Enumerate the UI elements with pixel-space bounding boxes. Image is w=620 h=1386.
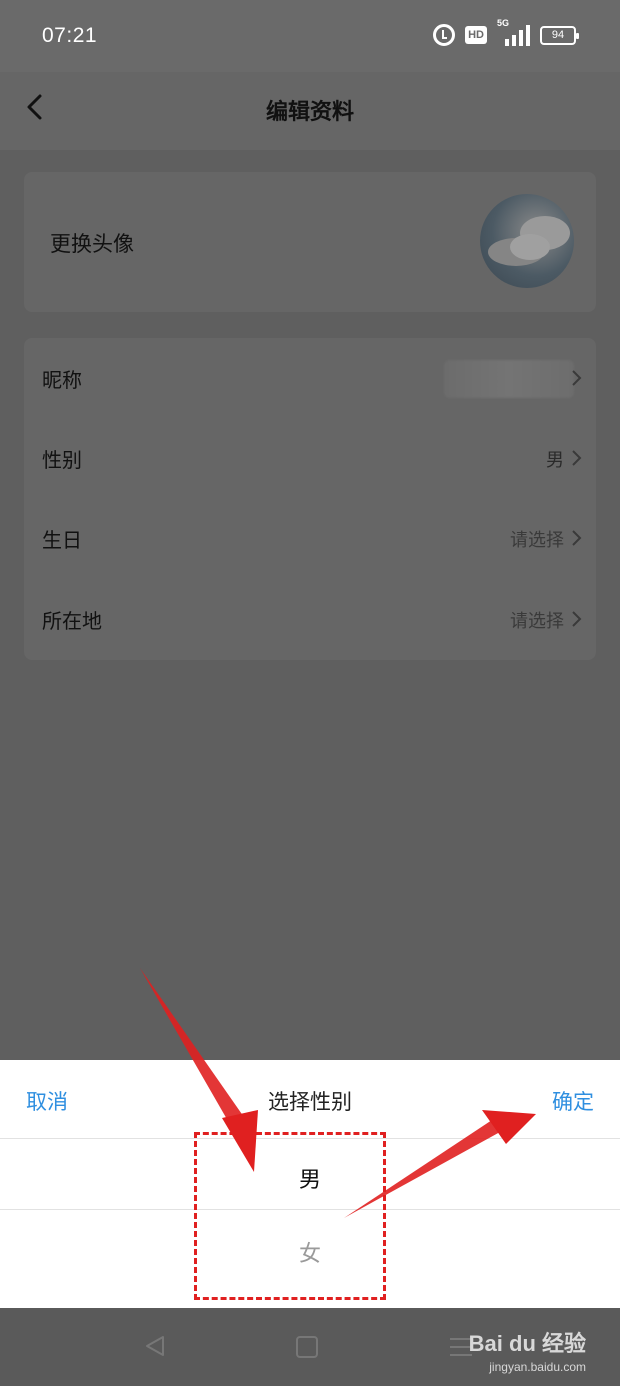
gender-label: 性别 [42,448,82,472]
status-icons: HD 5G 94 [433,18,579,46]
status-bar: 07:21 HD 5G 94 [0,0,620,72]
profile-fields-card: 昵称 性别 男 生日 请选择 所在地 请选择 [24,338,596,660]
hd-icon: HD [465,26,487,44]
page-title: 编辑资料 [265,100,354,125]
location-label: 所在地 [42,609,102,633]
chevron-right-icon [572,450,582,466]
annotation-highlight-box [194,1132,386,1300]
row-gender[interactable]: 性别 男 [24,418,596,498]
profile-content: 更换头像 昵称 性别 男 生日 请选择 所在地 请选择 [0,150,620,1060]
nickname-label: 昵称 [42,368,82,392]
row-location[interactable]: 所在地 请选择 [24,579,596,659]
network-label: 5G [497,18,510,28]
birthday-value: 请选择 [510,530,564,551]
5g-signal-icon: 5G [497,18,530,46]
chevron-right-icon [572,370,582,386]
nickname-value-blurred [444,360,574,398]
sheet-title: 选择性别 [268,1090,352,1114]
row-nickname[interactable]: 昵称 [24,338,596,418]
system-nav-bar: Bai du 经验 jingyan.baidu.com [0,1308,620,1386]
system-back-icon[interactable] [143,1334,167,1358]
watermark-url: jingyan.baidu.com [489,1360,586,1374]
battery-icon: 94 [540,25,579,45]
header-bar: 编辑资料 [0,72,620,150]
system-home-icon[interactable] [296,1336,318,1358]
status-time: 07:21 [42,24,98,47]
location-value: 请选择 [510,611,564,632]
alarm-icon [433,24,456,46]
row-birthday[interactable]: 生日 请选择 [24,498,596,578]
avatar[interactable] [480,194,574,288]
chevron-right-icon [572,611,582,627]
watermark-brand: Bai du 经验 [468,1331,586,1356]
change-avatar-label: 更换头像 [50,232,134,256]
gender-value: 男 [546,450,564,471]
confirm-button[interactable]: 确定 [552,1086,594,1116]
birthday-label: 生日 [42,528,82,552]
change-avatar-row[interactable]: 更换头像 [24,172,596,312]
chevron-right-icon [572,530,582,546]
baidu-jingyan-watermark: Bai du 经验 jingyan.baidu.com [469,1326,586,1374]
